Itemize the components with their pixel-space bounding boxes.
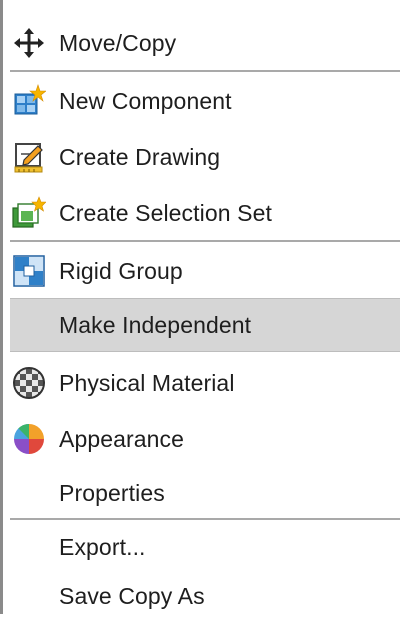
menu-item-icon-placeholder: [10, 306, 48, 344]
menu-item-move-copy[interactable]: Move/Copy: [10, 20, 400, 66]
menu-item-label: Make Independent: [59, 311, 252, 338]
menu-item-label: Move/Copy: [59, 29, 177, 56]
menu-item-icon-placeholder: [10, 474, 48, 512]
menu-item-label: Appearance: [59, 425, 185, 452]
menu-item-label: Properties: [59, 479, 165, 506]
menu-item-label: Create Selection Set: [59, 199, 272, 226]
menu-item-icon-placeholder: [10, 528, 48, 566]
menu-item-label: New Component: [59, 87, 232, 114]
menu-left-border: [0, 0, 3, 614]
create-drawing-icon: [10, 138, 48, 176]
menu-separator: [10, 70, 400, 72]
move-icon: [10, 24, 48, 62]
menu-separator: [10, 518, 400, 520]
context-menu: Move/Copy New Component Create Drawing C…: [0, 0, 406, 614]
menu-item-create-selection-set[interactable]: Create Selection Set: [10, 190, 400, 236]
menu-item-label: Physical Material: [59, 369, 235, 396]
menu-item-save-copy-as[interactable]: Save Copy As: [10, 574, 400, 618]
menu-separator: [10, 240, 400, 242]
menu-item-icon-placeholder: [10, 577, 48, 615]
rigid-group-icon: [10, 252, 48, 290]
appearance-icon: [10, 420, 48, 458]
menu-item-label: Save Copy As: [59, 582, 205, 609]
menu-item-label: Rigid Group: [59, 257, 183, 284]
menu-item-label: Create Drawing: [59, 143, 221, 170]
menu-item-new-component[interactable]: New Component: [10, 78, 400, 124]
physical-material-icon: [10, 364, 48, 402]
new-component-icon: [10, 82, 48, 120]
menu-item-rigid-group[interactable]: Rigid Group: [10, 248, 400, 294]
menu-item-label: Export...: [59, 533, 146, 560]
menu-item-export[interactable]: Export...: [10, 524, 400, 570]
menu-item-make-independent[interactable]: Make Independent: [10, 298, 400, 352]
menu-item-properties[interactable]: Properties: [10, 470, 400, 516]
menu-item-create-drawing[interactable]: Create Drawing: [10, 134, 400, 180]
menu-item-appearance[interactable]: Appearance: [10, 416, 400, 462]
menu-item-physical-material[interactable]: Physical Material: [10, 360, 400, 406]
selection-set-icon: [10, 194, 48, 232]
